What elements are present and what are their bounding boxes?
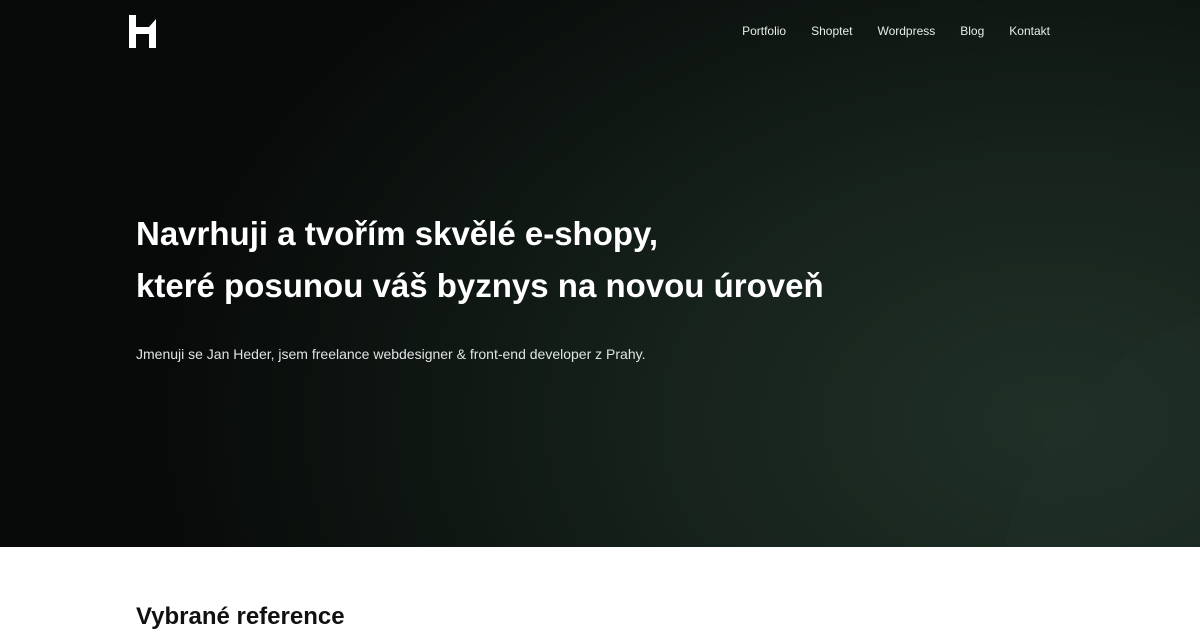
references-section-title: Vybrané reference	[136, 603, 345, 630]
hero-headline-line-2: které posunou váš byznys na novou úroveň	[136, 267, 824, 304]
nav-item-portfolio[interactable]: Portfolio	[742, 23, 786, 39]
hero-headline: Navrhuji a tvořím skvělé e-shopy, které …	[136, 208, 824, 312]
hero-section: Portfolio Shoptet Wordpress Blog Kontakt…	[0, 0, 1200, 547]
nav-item-wordpress[interactable]: Wordpress	[877, 23, 935, 39]
hero-headline-line-1: Navrhuji a tvořím skvělé e-shopy,	[136, 215, 659, 252]
nav-item-kontakt[interactable]: Kontakt	[1009, 23, 1050, 39]
h-monogram-logo-icon	[129, 15, 156, 48]
nav-item-shoptet[interactable]: Shoptet	[811, 23, 852, 39]
main-nav: Portfolio Shoptet Wordpress Blog Kontakt	[717, 23, 1050, 39]
nav-item-blog[interactable]: Blog	[960, 23, 984, 39]
home-logo-link[interactable]	[129, 15, 157, 48]
hero-intro-text: Jmenuji se Jan Heder, jsem freelance web…	[136, 346, 646, 362]
